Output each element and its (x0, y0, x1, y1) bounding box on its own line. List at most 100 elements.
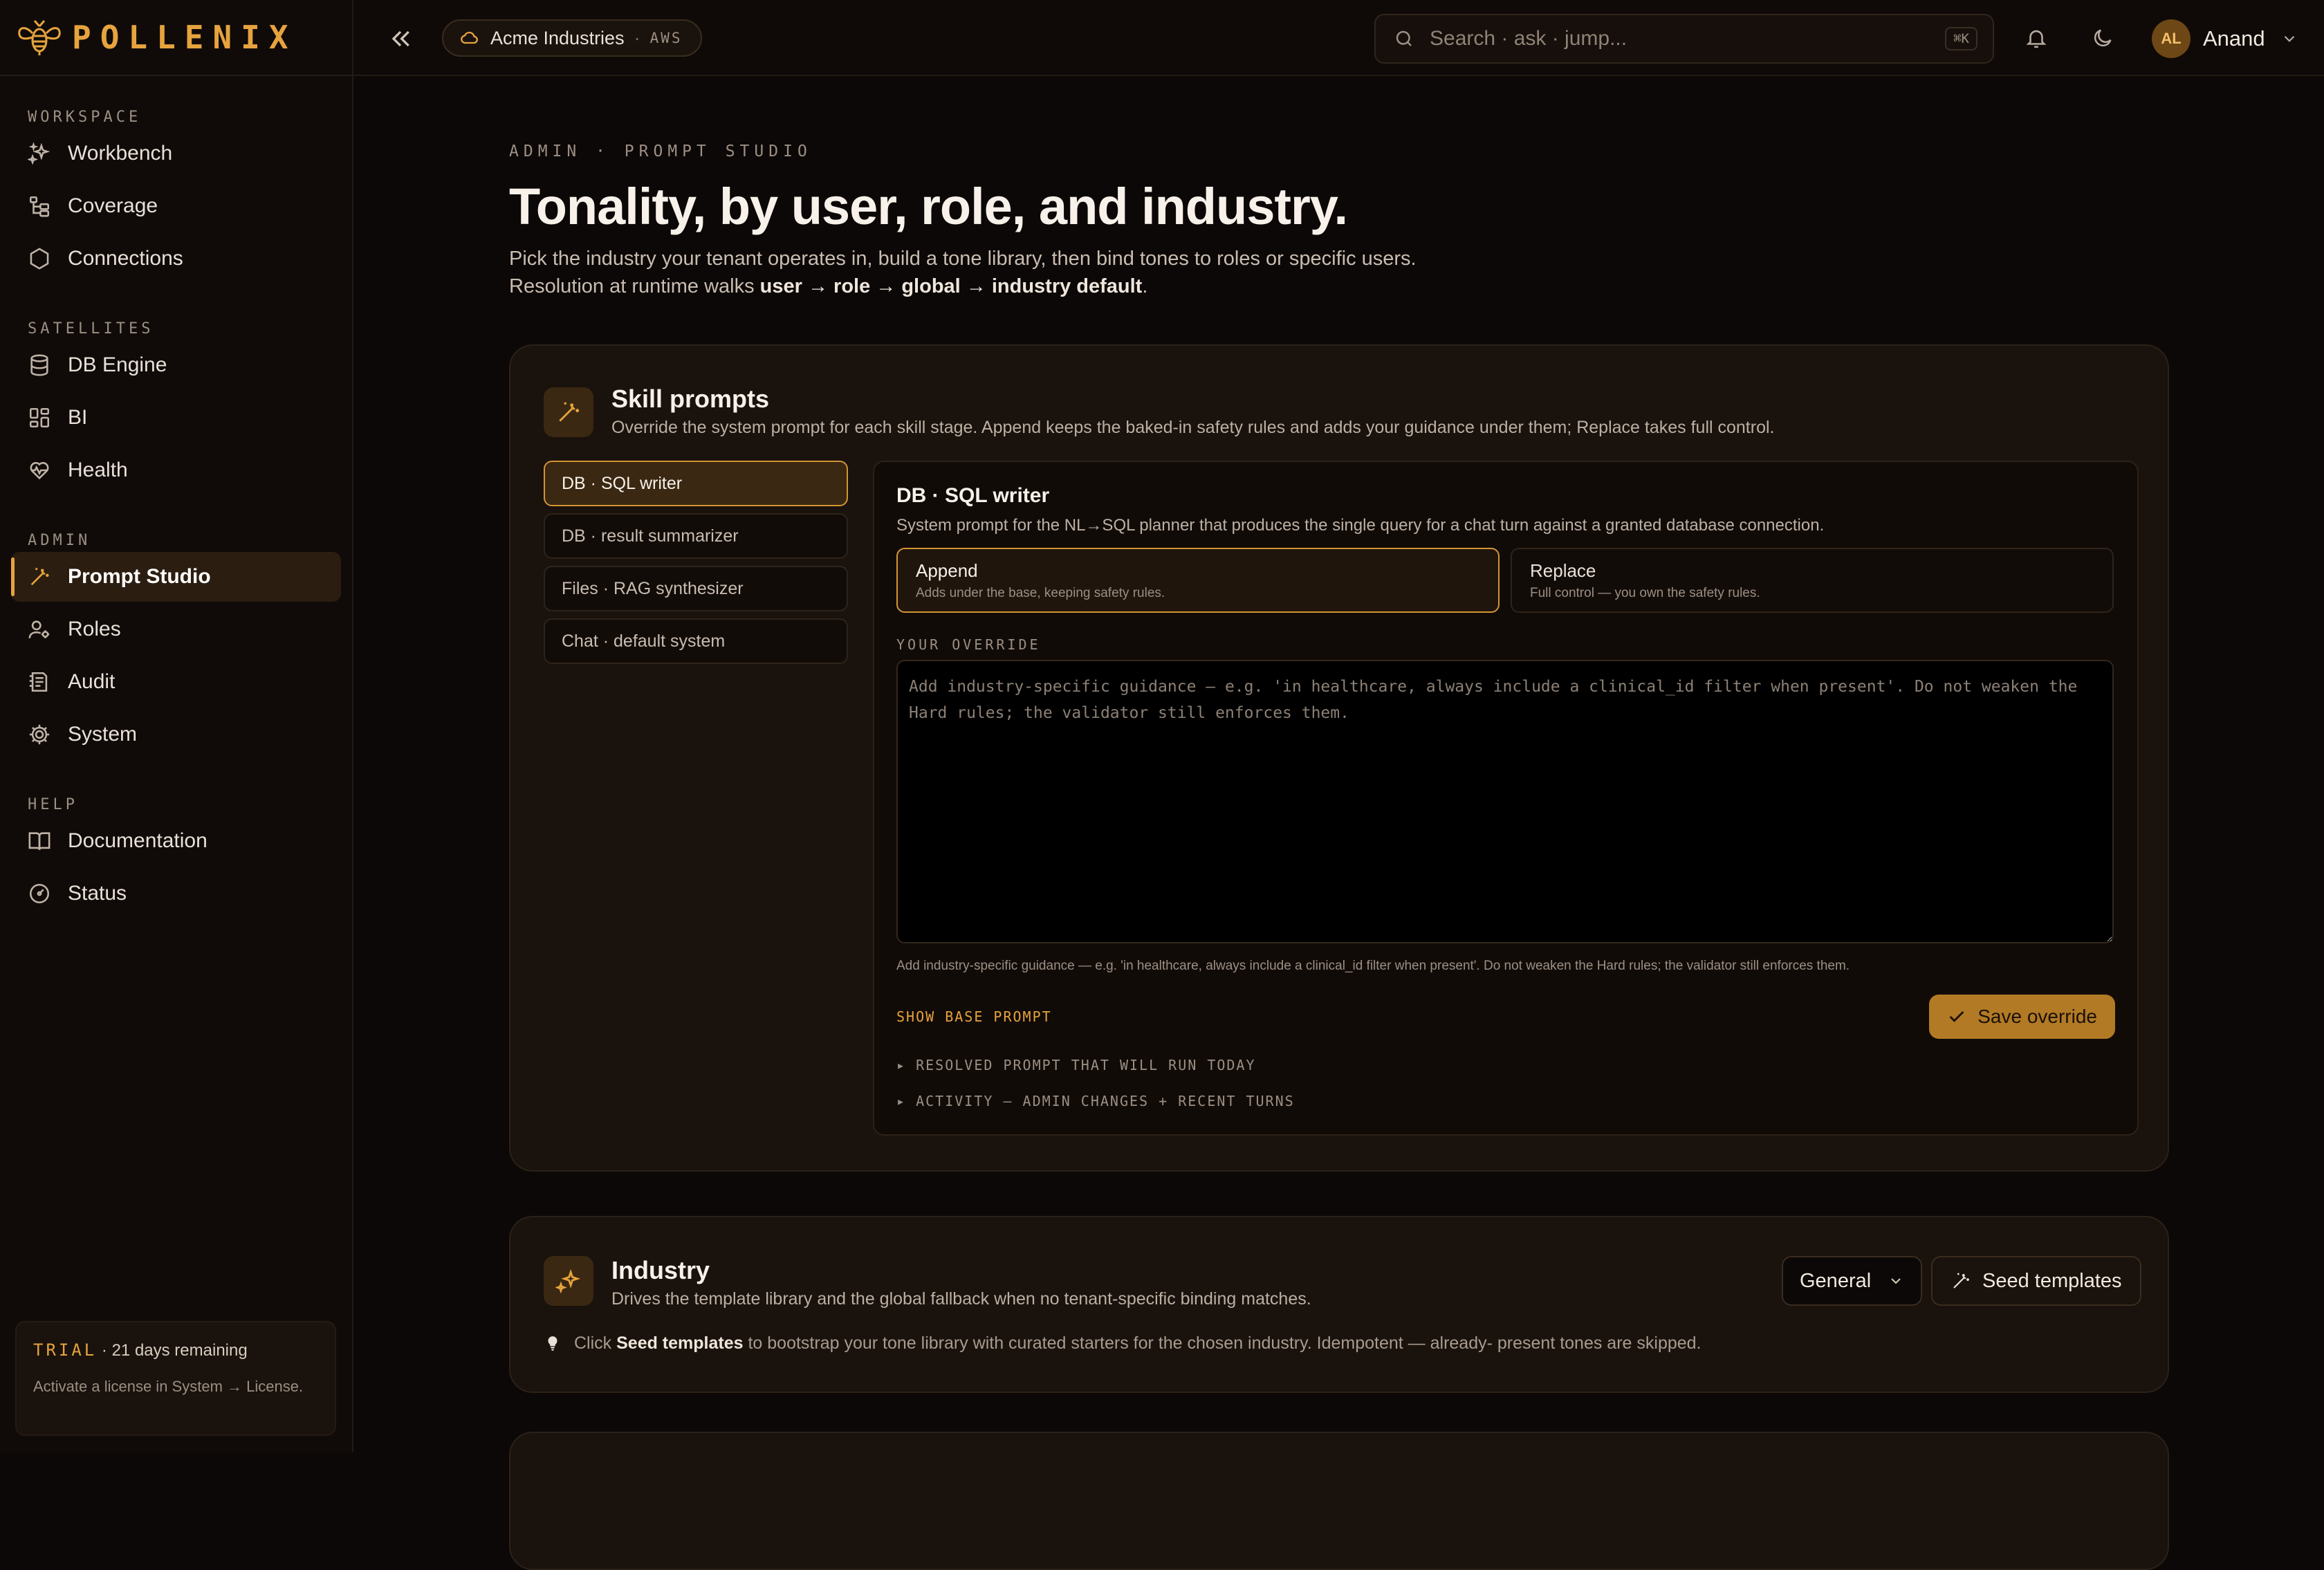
sidebar-item-system[interactable]: System (11, 710, 341, 759)
industry-selected: General (1800, 1270, 1871, 1293)
shortcut-badge: ⌘K (1945, 27, 1977, 50)
sidebar-item-label: Status (68, 882, 127, 905)
sidebar-item-roles[interactable]: Roles (11, 604, 341, 654)
wand-icon (28, 565, 51, 589)
sidebar-item-workbench[interactable]: Workbench (11, 129, 341, 178)
resolution-order: user → role → global → industry default (760, 275, 1143, 297)
card-subtitle: Drives the template library and the glob… (611, 1289, 1311, 1309)
seed-label: Seed templates (1982, 1270, 2122, 1293)
mode-append[interactable]: Append Adds under the base, keeping safe… (896, 548, 1500, 613)
show-base-prompt-link[interactable]: SHOW BASE PROMPT (896, 1008, 1052, 1025)
sidebar: POLLENIX WORKSPACE Workbench Coverage Co… (0, 0, 353, 1452)
trial-card[interactable]: TRIAL · 21 days remaining Activate a lic… (15, 1321, 336, 1436)
sidebar-item-label: Audit (68, 670, 115, 694)
hexagon-icon (28, 247, 51, 270)
gear-icon (28, 723, 51, 746)
sparkles-icon (544, 1256, 593, 1306)
sidebar-item-prompt-studio[interactable]: Prompt Studio (11, 552, 341, 602)
heart-pulse-icon (28, 459, 51, 482)
moon-icon[interactable] (2091, 26, 2114, 50)
page-kicker: ADMIN · PROMPT STUDIO (509, 142, 812, 160)
skill-item-result-summarizer[interactable]: DB · result summarizer (544, 513, 848, 559)
gauge-icon (28, 882, 51, 905)
chevron-down-icon (1888, 1273, 1904, 1289)
tenant-name: Acme Industries (490, 28, 625, 49)
industry-tip: Click Seed templates to bootstrap your t… (544, 1333, 1702, 1354)
activity-toggle[interactable]: ▸ ACTIVITY — ADMIN CHANGES + RECENT TURN… (896, 1093, 1295, 1109)
user-cog-icon (28, 618, 51, 641)
trial-remaining: · 21 days remaining (97, 1341, 247, 1360)
lightbulb-icon (544, 1335, 562, 1353)
skill-item-chat-default[interactable]: Chat · default system (544, 618, 848, 664)
tree-icon (28, 194, 51, 218)
override-textarea[interactable] (896, 660, 2114, 943)
mode-replace[interactable]: Replace Full control — you own the safet… (1511, 548, 2114, 613)
sidebar-item-label: Roles (68, 618, 121, 641)
brand[interactable]: POLLENIX (0, 0, 352, 76)
dashboard-icon (28, 406, 51, 430)
seed-templates-button[interactable]: Seed templates (1931, 1256, 2141, 1306)
resolved-prompt-toggle[interactable]: ▸ RESOLVED PROMPT THAT WILL RUN TODAY (896, 1057, 1256, 1073)
main-content: ADMIN · PROMPT STUDIO Tonality, by user,… (353, 76, 2324, 1452)
card-subtitle: Override the system prompt for each skil… (611, 418, 1774, 438)
sidebar-item-label: Documentation (68, 829, 208, 853)
skill-item-rag-synthesizer[interactable]: Files · RAG synthesizer (544, 566, 848, 611)
nav-section-admin: ADMIN (0, 519, 352, 549)
next-card (509, 1432, 2169, 1570)
sidebar-item-label: System (68, 723, 137, 746)
sidebar-item-documentation[interactable]: Documentation (11, 816, 341, 866)
nav-section-help: HELP (0, 783, 352, 813)
card-title: Industry (611, 1256, 710, 1285)
book-icon (28, 829, 51, 853)
sidebar-item-label: DB Engine (68, 353, 167, 377)
card-title: Skill prompts (611, 385, 769, 414)
mode-desc: Full control — you own the safety rules. (1530, 586, 2094, 601)
sidebar-item-label: Connections (68, 247, 183, 270)
tenant-switcher[interactable]: Acme Industries · AWS (442, 19, 702, 57)
nav-section-satellites: SATELLITES (0, 307, 352, 338)
sidebar-item-label: BI (68, 406, 87, 430)
editor-title: DB · SQL writer (896, 484, 1049, 508)
sidebar-item-label: Coverage (68, 194, 158, 218)
editor-subtitle: System prompt for the NL→SQL planner tha… (896, 516, 1824, 535)
sidebar-item-db-engine[interactable]: DB Engine (11, 340, 341, 390)
tip-seed-templates: Seed templates (616, 1333, 743, 1353)
save-override-button[interactable]: Save override (1929, 995, 2115, 1039)
search-input[interactable] (1430, 27, 1945, 50)
wand-icon (1950, 1271, 1971, 1291)
skill-item-sql-writer[interactable]: DB · SQL writer (544, 461, 848, 506)
sidebar-item-connections[interactable]: Connections (11, 234, 341, 284)
industry-select[interactable]: General (1782, 1256, 1922, 1306)
nav-section-workspace: WORKSPACE (0, 95, 352, 126)
bell-icon[interactable] (2025, 26, 2048, 50)
wand-icon (544, 387, 593, 437)
sidebar-item-label: Workbench (68, 142, 172, 165)
intro-line-1: Pick the industry your tenant operates i… (509, 245, 1417, 273)
trial-note: Activate a license in System → License. (33, 1374, 318, 1399)
search-bar[interactable]: ⌘K (1374, 14, 1994, 64)
trial-label: TRIAL (33, 1340, 97, 1360)
database-icon (28, 353, 51, 377)
sidebar-item-label: Health (68, 459, 128, 482)
save-label: Save override (1977, 1006, 2097, 1028)
tenant-separator: · (634, 28, 640, 49)
sidebar-item-coverage[interactable]: Coverage (11, 181, 341, 231)
topbar: Acme Industries · AWS ⌘K AL Anand (353, 0, 2324, 76)
page-intro: Pick the industry your tenant operates i… (509, 245, 1417, 300)
user-name: Anand (2203, 26, 2265, 51)
user-menu[interactable]: AL Anand (2152, 19, 2298, 58)
sidebar-item-bi[interactable]: BI (11, 393, 341, 443)
sparkles-icon (28, 142, 51, 165)
mode-desc: Adds under the base, keeping safety rule… (916, 586, 1480, 601)
tenant-cloud: AWS (650, 30, 683, 46)
sidebar-item-audit[interactable]: Audit (11, 657, 341, 707)
bee-logo-icon (15, 17, 64, 58)
collapse-sidebar-icon[interactable] (387, 25, 414, 53)
sidebar-item-health[interactable]: Health (11, 445, 341, 495)
sidebar-item-status[interactable]: Status (11, 869, 341, 918)
intro-line-2: Resolution at runtime walks user → role … (509, 273, 1417, 300)
audit-icon (28, 670, 51, 694)
override-help: Add industry-specific guidance — e.g. 'i… (896, 959, 1850, 974)
check-icon (1947, 1007, 1966, 1026)
brand-name: POLLENIX (72, 19, 297, 56)
